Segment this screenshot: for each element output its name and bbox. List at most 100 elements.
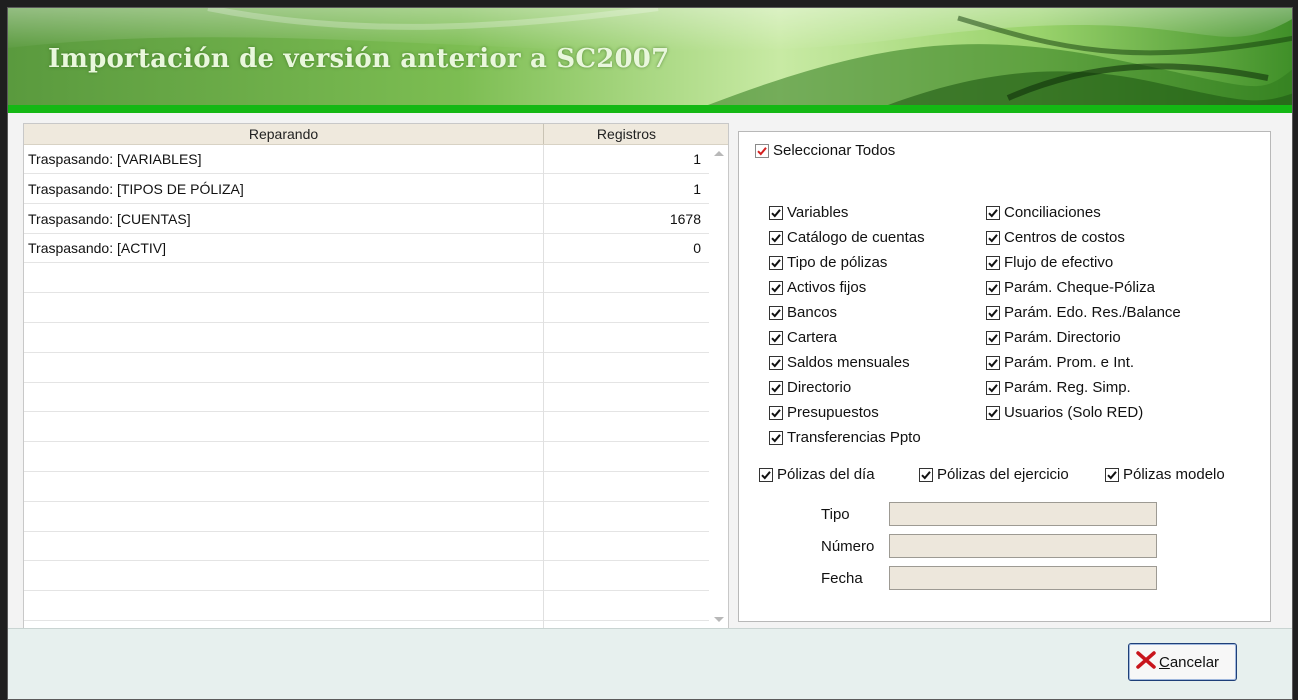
- table-row[interactable]: Traspasando: [VARIABLES] 1: [24, 145, 709, 174]
- scroll-down-icon[interactable]: [714, 617, 724, 622]
- option-centros-de-costos-checkbox[interactable]: Centros de costos: [986, 229, 1125, 246]
- checkbox-checked-icon: [986, 355, 1000, 370]
- checkbox-checked-icon: [755, 143, 769, 158]
- checkbox-checked-icon: [769, 355, 783, 370]
- option-conciliaciones-checkbox[interactable]: Conciliaciones: [986, 204, 1101, 221]
- checkbox-checked-icon: [769, 280, 783, 295]
- table-row[interactable]: [24, 592, 709, 621]
- cancel-button[interactable]: Cancelar: [1128, 643, 1237, 681]
- table-row[interactable]: Traspasando: [TIPOS DE PÓLIZA] 1: [24, 175, 709, 204]
- dialog-title: Importación de versión anterior a SC2007: [48, 44, 670, 74]
- checkbox-checked-icon: [769, 380, 783, 395]
- option-param-directorio-label: Parám. Directorio: [1004, 329, 1121, 346]
- cancel-label-rest: ancelar: [1169, 653, 1220, 671]
- option-presupuestos-label: Presupuestos: [787, 404, 879, 421]
- option-tipo-de-polizas-label: Tipo de pólizas: [787, 254, 888, 271]
- option-flujo-de-efectivo-checkbox[interactable]: Flujo de efectivo: [986, 254, 1113, 271]
- option-presupuestos-checkbox[interactable]: Presupuestos: [769, 404, 879, 421]
- fecha-label: Fecha: [821, 570, 863, 587]
- option-variables-label: Variables: [787, 204, 849, 221]
- table-row[interactable]: [24, 294, 709, 323]
- option-polizas-del-dia-label: Pólizas del día: [777, 466, 875, 483]
- table-row[interactable]: [24, 562, 709, 592]
- select-all-checkbox[interactable]: Seleccionar Todos: [755, 142, 895, 159]
- dialog-footer: Cancelar: [8, 628, 1292, 699]
- option-cartera-checkbox[interactable]: Cartera: [769, 329, 837, 346]
- checkbox-checked-icon: [986, 305, 1000, 320]
- header-accent-bar: [8, 105, 1292, 113]
- option-bancos-checkbox[interactable]: Bancos: [769, 304, 837, 321]
- option-param-reg-simp-label: Parám. Reg. Simp.: [1004, 379, 1131, 396]
- option-polizas-del-ejercicio-label: Pólizas del ejercicio: [937, 466, 1069, 483]
- reparando-cell: Traspasando: [CUENTAS]: [28, 210, 191, 227]
- option-param-prom-e-int-checkbox[interactable]: Parám. Prom. e Int.: [986, 354, 1134, 371]
- checkbox-checked-icon: [986, 205, 1000, 220]
- option-conciliaciones-label: Conciliaciones: [1004, 204, 1101, 221]
- table-row[interactable]: [24, 324, 709, 353]
- option-catalogo-de-cuentas-label: Catálogo de cuentas: [787, 229, 925, 246]
- table-row[interactable]: [24, 532, 709, 562]
- option-cartera-label: Cartera: [787, 329, 838, 346]
- option-param-reg-simp-checkbox[interactable]: Parám. Reg. Simp.: [986, 379, 1131, 396]
- checkbox-checked-icon: [759, 467, 773, 482]
- table-row[interactable]: [24, 413, 709, 443]
- option-param-edo-res-balance-checkbox[interactable]: Parám. Edo. Res./Balance: [986, 304, 1181, 321]
- option-saldos-mensuales-label: Saldos mensuales: [787, 354, 910, 371]
- checkbox-checked-icon: [769, 305, 783, 320]
- tipo-field[interactable]: [889, 502, 1157, 526]
- option-transferencias-ppto-label: Transferencias Ppto: [787, 429, 921, 446]
- option-param-directorio-checkbox[interactable]: Parám. Directorio: [986, 329, 1121, 346]
- table-row[interactable]: [24, 264, 709, 294]
- checkbox-checked-icon: [919, 467, 933, 482]
- option-directorio-checkbox[interactable]: Directorio: [769, 379, 851, 396]
- table-row[interactable]: Traspasando: [CUENTAS] 1678: [24, 205, 709, 234]
- option-param-cheque-poliza-label: Parám. Cheque-Póliza: [1004, 279, 1155, 296]
- table-scrollbar[interactable]: [709, 145, 728, 628]
- header-banner: Importación de versión anterior a SC2007: [8, 8, 1292, 105]
- cancel-x-icon: [1135, 650, 1157, 674]
- reparando-cell: Traspasando: [TIPOS DE PÓLIZA]: [28, 180, 244, 197]
- table-row[interactable]: [24, 503, 709, 532]
- column-header-reparando[interactable]: Reparando: [24, 124, 544, 144]
- option-usuarios-solo-red-checkbox[interactable]: Usuarios (Solo RED): [986, 404, 1143, 421]
- option-flujo-de-efectivo-label: Flujo de efectivo: [1004, 254, 1114, 271]
- table-row[interactable]: [24, 473, 709, 502]
- table-row[interactable]: Traspasando: [ACTIV] 0: [24, 234, 709, 264]
- numero-label: Número: [821, 538, 875, 555]
- table-row[interactable]: [24, 354, 709, 383]
- table-row[interactable]: [24, 383, 709, 413]
- option-variables-checkbox[interactable]: Variables: [769, 204, 848, 221]
- option-transferencias-ppto-checkbox[interactable]: Transferencias Ppto: [769, 429, 921, 446]
- checkbox-checked-icon: [769, 230, 783, 245]
- dialog-content: Reparando Registros Traspasando: [VARIAB…: [8, 113, 1292, 629]
- option-param-prom-e-int-label: Parám. Prom. e Int.: [1004, 354, 1135, 371]
- scroll-up-icon[interactable]: [714, 151, 724, 156]
- option-param-edo-res-balance-label: Parám. Edo. Res./Balance: [1004, 304, 1181, 321]
- fecha-field[interactable]: [889, 566, 1157, 590]
- reparando-cell: Traspasando: [ACTIV]: [28, 240, 166, 257]
- option-polizas-modelo-label: Pólizas modelo: [1123, 466, 1225, 483]
- option-polizas-modelo-checkbox[interactable]: Pólizas modelo: [1105, 466, 1225, 483]
- select-all-label: Seleccionar Todos: [773, 142, 896, 159]
- table-row[interactable]: [24, 443, 709, 472]
- checkbox-checked-icon: [986, 330, 1000, 345]
- checkbox-checked-icon: [986, 280, 1000, 295]
- registros-cell: 1: [693, 151, 701, 167]
- option-activos-fijos-checkbox[interactable]: Activos fijos: [769, 279, 866, 296]
- numero-field[interactable]: [889, 534, 1157, 558]
- checkbox-checked-icon: [769, 205, 783, 220]
- option-saldos-mensuales-checkbox[interactable]: Saldos mensuales: [769, 354, 910, 371]
- progress-table: Reparando Registros Traspasando: [VARIAB…: [23, 123, 729, 629]
- option-param-cheque-poliza-checkbox[interactable]: Parám. Cheque-Póliza: [986, 279, 1155, 296]
- option-polizas-del-ejercicio-checkbox[interactable]: Pólizas del ejercicio: [919, 466, 1069, 483]
- table-header: Reparando Registros: [24, 124, 728, 145]
- cancel-hotkey-letter: C: [1159, 653, 1170, 671]
- option-catalogo-de-cuentas-checkbox[interactable]: Catálogo de cuentas: [769, 229, 925, 246]
- checkbox-checked-icon: [986, 255, 1000, 270]
- checkbox-checked-icon: [986, 230, 1000, 245]
- option-tipo-de-polizas-checkbox[interactable]: Tipo de pólizas: [769, 254, 887, 271]
- checkbox-checked-icon: [769, 255, 783, 270]
- checkbox-checked-icon: [1105, 467, 1119, 482]
- option-polizas-del-dia-checkbox[interactable]: Pólizas del día: [759, 466, 875, 483]
- column-header-registros[interactable]: Registros: [544, 124, 709, 144]
